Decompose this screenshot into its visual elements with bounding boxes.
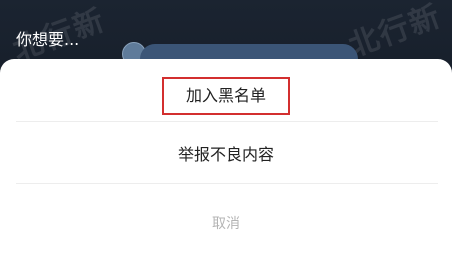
action-sheet: 加入黑名单 举报不良内容 取消: [0, 59, 452, 259]
prompt-text: 你想要...: [16, 30, 80, 49]
cancel-button[interactable]: 取消: [0, 211, 452, 237]
add-to-blacklist-label: 加入黑名单: [161, 77, 290, 115]
report-content-button[interactable]: 举报不良内容: [0, 141, 452, 169]
divider: [16, 121, 438, 122]
divider: [16, 183, 438, 184]
add-to-blacklist-button[interactable]: 加入黑名单: [0, 77, 452, 115]
